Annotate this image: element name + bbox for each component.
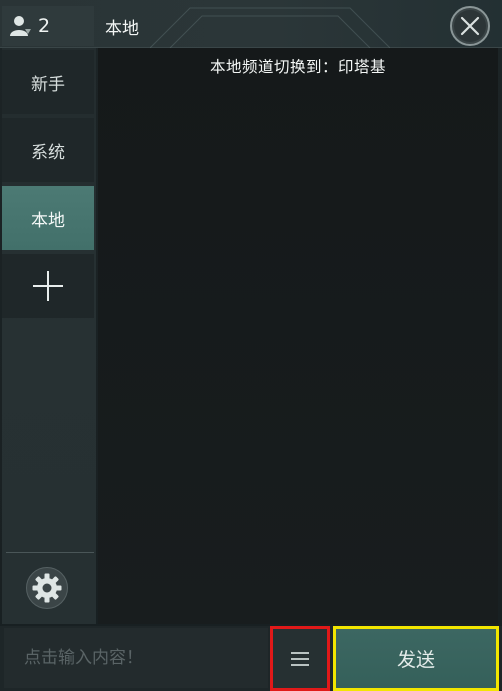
- tab-newbie[interactable]: 新手: [2, 50, 94, 114]
- chat-window: 2 本地 新手 系统 本地 本地频道切换到：印塔基 点击输入内容！ 发送: [0, 0, 502, 691]
- online-count: 2: [38, 15, 51, 37]
- tab-label: 新手: [31, 74, 65, 95]
- hamburger-menu-icon: [291, 651, 309, 666]
- person-icon: [10, 16, 31, 36]
- close-button-inner: [454, 10, 486, 42]
- close-button[interactable]: [450, 6, 490, 46]
- current-channel-title: 本地: [105, 19, 139, 39]
- send-label: 发送: [396, 649, 435, 671]
- menu-button[interactable]: [270, 626, 330, 691]
- close-icon: [460, 16, 480, 36]
- composer-bar: 发送: [0, 626, 502, 691]
- sidebar-divider: [6, 552, 94, 553]
- plus-icon: [33, 271, 63, 301]
- system-message: 本地频道切换到：印塔基: [209, 58, 386, 76]
- channel-sidebar: 新手 系统 本地: [2, 48, 96, 624]
- message-input[interactable]: [4, 628, 268, 688]
- message-area[interactable]: 本地频道切换到：印塔基: [98, 48, 498, 624]
- chat-header: 2 本地: [0, 0, 502, 48]
- tab-system[interactable]: 系统: [2, 118, 94, 182]
- online-users-indicator[interactable]: 2: [2, 6, 94, 46]
- add-channel-button[interactable]: [2, 254, 94, 318]
- tab-label: 系统: [31, 142, 65, 163]
- tab-local[interactable]: 本地: [2, 186, 94, 250]
- send-button[interactable]: 发送: [333, 626, 499, 691]
- gear-icon: [32, 573, 62, 603]
- header-decoration: [150, 7, 390, 48]
- settings-button[interactable]: [26, 567, 68, 609]
- tab-label: 本地: [31, 210, 65, 231]
